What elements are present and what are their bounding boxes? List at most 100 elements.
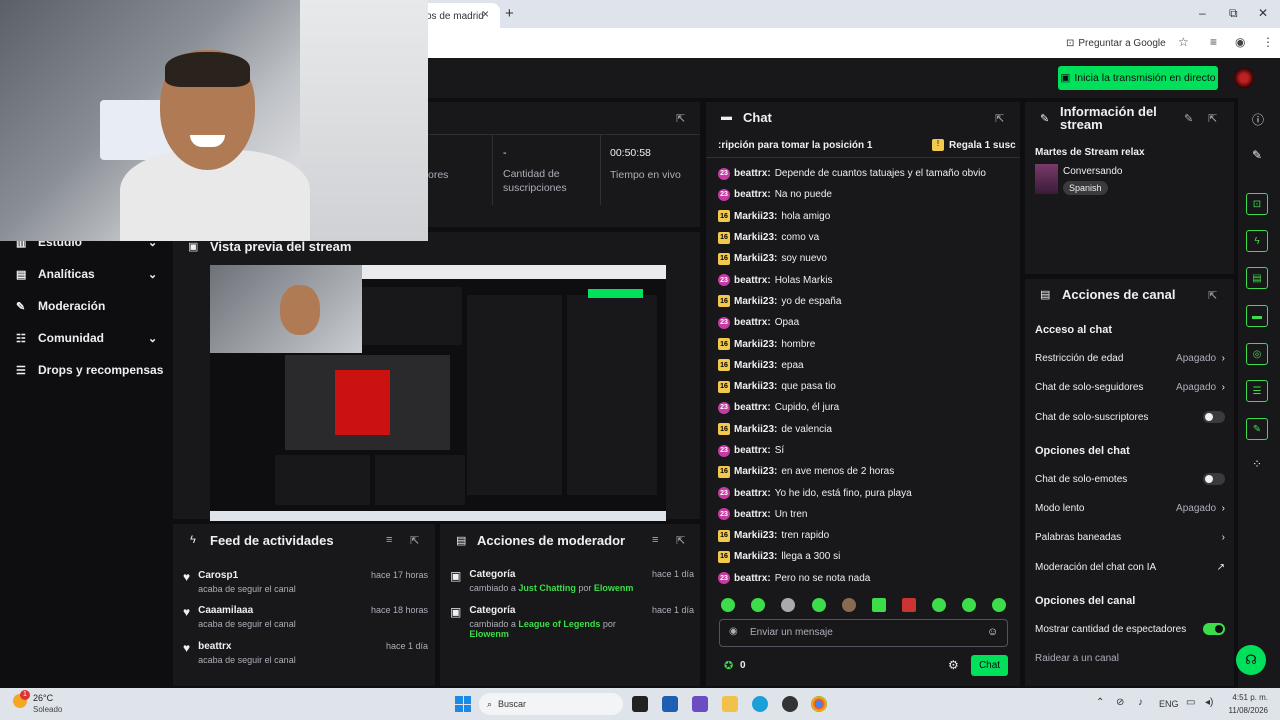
- clock-date[interactable]: 11/08/2026: [1226, 706, 1268, 715]
- notes-icon[interactable]: ▤: [1246, 267, 1268, 289]
- chat-username[interactable]: Markii23:: [734, 296, 777, 307]
- new-tab-button[interactable]: +: [505, 5, 514, 22]
- chat-message[interactable]: 16 Markii23: hombre: [718, 333, 1018, 354]
- chat-username[interactable]: Markii23:: [734, 339, 777, 350]
- emote-icon[interactable]: [962, 598, 976, 612]
- chat-message[interactable]: 16 Markii23: epaa: [718, 355, 1018, 376]
- chat-message[interactable]: 23 beattrx: Depende de cuantos tatuajes y …: [718, 163, 1018, 184]
- emote-picker-icon[interactable]: ☺: [987, 626, 998, 638]
- chat-username[interactable]: beattrx:: [734, 317, 771, 328]
- chat-username[interactable]: Markii23:: [734, 466, 777, 477]
- chat-username[interactable]: beattrx:: [734, 275, 771, 286]
- chat-username[interactable]: Markii23:: [734, 232, 777, 243]
- emote-icon[interactable]: [992, 598, 1006, 612]
- windows-start-icon[interactable]: [455, 696, 471, 712]
- chat-username[interactable]: Markii23:: [734, 211, 777, 222]
- chat-message[interactable]: 23 beattrx: Pero no se nota nada: [718, 568, 1018, 589]
- feed-item[interactable]: ♥ beattrx acaba de seguir el canal hace 1…: [183, 641, 428, 665]
- info-icon[interactable]: ⓘ: [1252, 111, 1264, 128]
- gift-sub-label[interactable]: Regala 1 susc: [949, 140, 1016, 151]
- popout-icon[interactable]: ⇱: [1208, 112, 1217, 125]
- banned-words-row[interactable]: Palabras baneadas ›: [1035, 529, 1225, 545]
- followers-only-row[interactable]: Chat de solo-seguidores Apagado ›: [1035, 379, 1225, 395]
- chat-bubble-icon[interactable]: ▬: [1246, 305, 1268, 327]
- stream-tag[interactable]: Spanish: [1063, 181, 1108, 195]
- chat-username[interactable]: Markii23:: [734, 253, 777, 264]
- chat-message[interactable]: 16 Markii23: como va: [718, 227, 1018, 248]
- monitor-icon[interactable]: ▭: [1186, 697, 1195, 708]
- minimize-button[interactable]: –: [1199, 6, 1206, 20]
- chat-message[interactable]: 23 beattrx: Holas Markis: [718, 269, 1018, 290]
- edge-icon[interactable]: [752, 696, 768, 712]
- chat-message[interactable]: 16 Markii23: en ave menos de 2 horas: [718, 461, 1018, 482]
- task-view-icon[interactable]: [632, 696, 648, 712]
- chat-message[interactable]: 16 Markii23: llega a 300 si: [718, 546, 1018, 567]
- emotes-only-row[interactable]: Chat de solo-emotes: [1035, 471, 1225, 487]
- feed-item[interactable]: ♥ Caaamilaaa acaba de seguir el canal hac…: [183, 605, 428, 629]
- chat-message[interactable]: 16 Markii23: soy nuevo: [718, 248, 1018, 269]
- chevron-up-icon[interactable]: ⌃: [1096, 697, 1104, 708]
- emote-icon[interactable]: [781, 598, 795, 612]
- network-off-icon[interactable]: ⊘: [1116, 697, 1124, 708]
- age-restriction-row[interactable]: Restricción de edad Apagado ›: [1035, 350, 1225, 366]
- chat-message[interactable]: 23 beattrx: Cupido, él jura: [718, 397, 1018, 418]
- nav-drops[interactable]: ☰ Drops y recompensas: [16, 360, 163, 380]
- game-link[interactable]: Just Chatting: [518, 583, 576, 593]
- bookmark-star-icon[interactable]: ☆: [1178, 35, 1189, 49]
- popout-icon[interactable]: ⇱: [676, 112, 685, 125]
- emote-icon[interactable]: [721, 598, 735, 612]
- chat-username[interactable]: beattrx:: [734, 168, 771, 179]
- file-explorer-icon[interactable]: [722, 696, 738, 712]
- add-shortcut-icon[interactable]: ⁘: [1252, 457, 1262, 471]
- moderator-link[interactable]: Elowenm: [594, 583, 634, 593]
- ai-moderation-row[interactable]: Moderación del chat con IA ↗: [1035, 559, 1225, 575]
- gear-icon[interactable]: ⚙: [948, 658, 959, 672]
- chat-username[interactable]: beattrx:: [734, 189, 771, 200]
- chat-username[interactable]: beattrx:: [734, 573, 771, 584]
- emote-icon[interactable]: [812, 598, 826, 612]
- chat-message[interactable]: 23 beattrx: Un tren: [718, 504, 1018, 525]
- subs-only-row[interactable]: Chat de solo-suscriptores: [1035, 409, 1225, 425]
- go-live-button[interactable]: ▣ Inicia la transmisión en directo: [1058, 66, 1218, 90]
- chat-username[interactable]: beattrx:: [734, 509, 771, 520]
- chat-username[interactable]: Markii23:: [734, 424, 777, 435]
- chat-username[interactable]: beattrx:: [734, 488, 771, 499]
- subs-only-toggle[interactable]: [1203, 411, 1225, 423]
- chat-message[interactable]: 16 Markii23: de valencia: [718, 419, 1018, 440]
- feed-item[interactable]: ♥ Carosp1 acaba de seguir el canal hace 1…: [183, 570, 428, 594]
- chat-message[interactable]: 16 Markii23: que pasa tio: [718, 376, 1018, 397]
- chat-message[interactable]: 16 Markii23: yo de españa: [718, 291, 1018, 312]
- maximize-button[interactable]: ⧉: [1229, 6, 1238, 21]
- channel-points-icon[interactable]: ✪: [724, 659, 733, 672]
- menu-dots-icon[interactable]: ⋮: [1262, 35, 1274, 49]
- emote-icon[interactable]: [872, 598, 886, 612]
- close-window-button[interactable]: ✕: [1258, 6, 1268, 20]
- chat-username[interactable]: beattrx:: [734, 402, 771, 413]
- tab-close-icon[interactable]: ×: [482, 7, 489, 21]
- popout-icon[interactable]: ⇱: [676, 534, 685, 547]
- stream-category[interactable]: Conversando: [1063, 166, 1122, 177]
- taskbar-search[interactable]: ⌕ Buscar: [479, 693, 623, 715]
- game-link[interactable]: League of Legends: [518, 619, 600, 629]
- emote-icon[interactable]: [902, 598, 916, 612]
- slow-mode-row[interactable]: Modo lento Apagado ›: [1035, 500, 1225, 516]
- clip-icon[interactable]: ⊡: [1246, 193, 1268, 215]
- popout-icon[interactable]: ⇱: [995, 112, 1004, 125]
- chat-username[interactable]: Markii23:: [734, 360, 777, 371]
- send-chat-button[interactable]: Chat: [971, 655, 1008, 676]
- volume-icon[interactable]: ◂): [1205, 697, 1213, 708]
- wrench-icon[interactable]: ✎: [1246, 418, 1268, 440]
- emote-icon[interactable]: [751, 598, 765, 612]
- emote-icon[interactable]: [842, 598, 856, 612]
- edit-icon[interactable]: ✎: [1184, 112, 1193, 125]
- popout-icon[interactable]: ⇱: [410, 534, 419, 547]
- microphone-icon[interactable]: ♪: [1138, 697, 1143, 708]
- chat-message[interactable]: 23 beattrx: Sí: [718, 440, 1018, 461]
- filter-icon[interactable]: ≡: [386, 534, 392, 546]
- edit-icon[interactable]: ✎: [1252, 148, 1262, 162]
- chat-message-list[interactable]: 23 beattrx: Depende de cuantos tatuajes y …: [718, 163, 1018, 589]
- mod-action-item[interactable]: ▣ Categoría cambiado a League of Legends…: [450, 605, 694, 639]
- chat-message[interactable]: 23 beattrx: Na no puede: [718, 184, 1018, 205]
- app-icon[interactable]: [692, 696, 708, 712]
- stream-preview-video[interactable]: [210, 265, 666, 521]
